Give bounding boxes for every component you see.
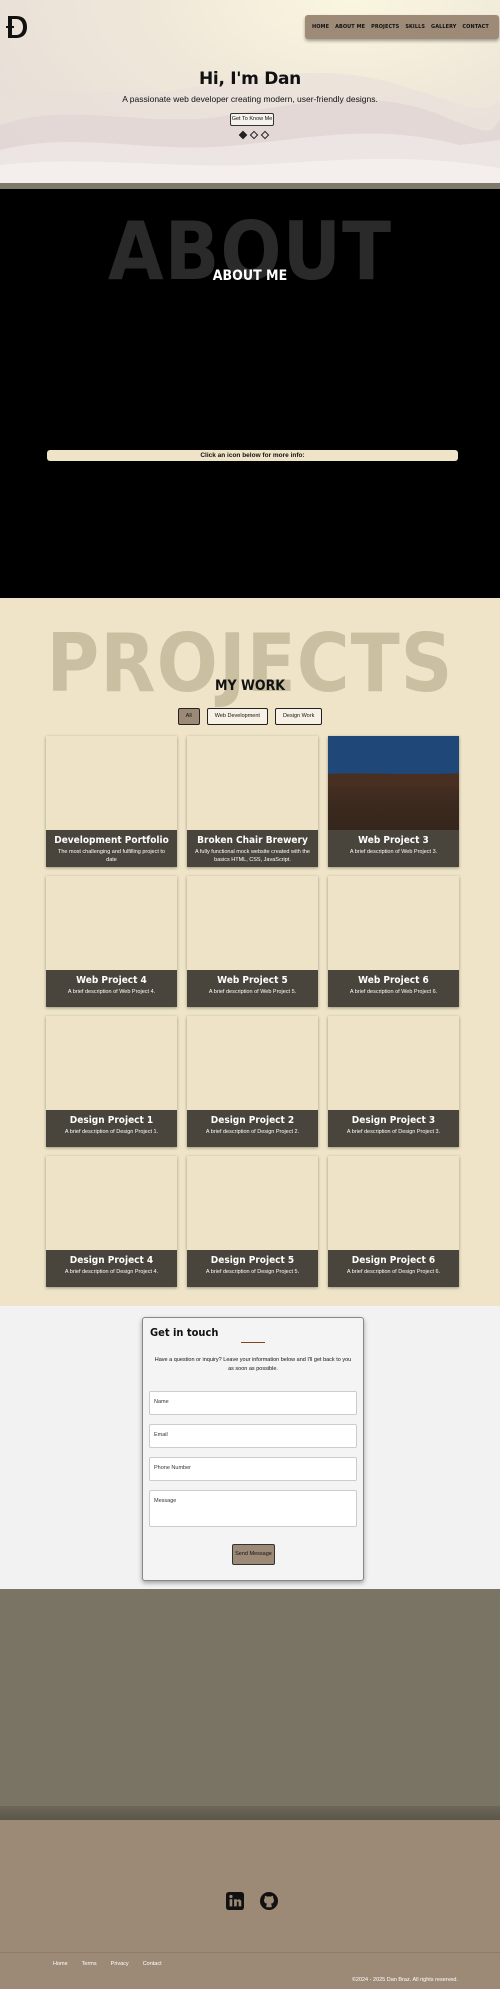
section-divider <box>0 183 500 189</box>
nav-contact[interactable]: CONTACT <box>462 24 488 30</box>
get-to-know-me-button[interactable]: Get To Know Me <box>230 113 274 126</box>
footer-social-links <box>226 1892 278 1910</box>
card-caption: Broken Chair Brewery A fully functional m… <box>187 830 318 867</box>
card-caption: Web Project 3 A brief description of Web … <box>328 830 459 867</box>
card-description: A brief description of Design Project 1. <box>64 1129 159 1135</box>
hero-title: Hi, I'm Dan <box>199 69 301 89</box>
hero-section: HOME ABOUT ME PROJECTS SKILLS GALLERY CO… <box>0 0 500 183</box>
project-card[interactable]: Design Project 6 A brief description of D… <box>328 1156 459 1287</box>
card-title: Web Project 5 <box>217 975 288 986</box>
send-message-button[interactable]: Send Message <box>232 1544 275 1565</box>
project-card[interactable]: Design Project 4 A brief description of D… <box>46 1156 177 1287</box>
footer-link-terms[interactable]: Terms <box>82 1961 97 1967</box>
card-caption: Web Project 5 A brief description of Web … <box>187 970 318 1007</box>
project-card[interactable]: Web Project 4 A brief description of Web … <box>46 876 177 1007</box>
about-info-bar: Click an icon below for more info: <box>47 450 458 461</box>
card-title: Broken Chair Brewery <box>197 835 308 846</box>
gallery-section <box>0 1589 500 1820</box>
carousel-dot-3[interactable] <box>260 130 270 140</box>
card-description: A fully functional mock website created … <box>195 849 310 863</box>
card-description: A brief description of Design Project 6. <box>346 1269 441 1275</box>
projects-heading: MY WORK <box>214 678 286 694</box>
about-heading: ABOUT ME <box>212 268 288 284</box>
card-caption: Design Project 3 A brief description of D… <box>328 1110 459 1147</box>
project-card[interactable]: Development Portfolio The most challengin… <box>46 736 177 867</box>
card-caption: Web Project 6 A brief description of Web … <box>328 970 459 1007</box>
card-title: Design Project 2 <box>210 1115 295 1126</box>
card-title: Design Project 3 <box>351 1115 436 1126</box>
card-description: A brief description of Design Project 5. <box>205 1269 300 1275</box>
card-title: Design Project 5 <box>210 1255 295 1266</box>
main-nav: HOME ABOUT ME PROJECTS SKILLS GALLERY CO… <box>305 15 499 39</box>
card-description: A brief description of Web Project 4. <box>67 989 156 995</box>
card-description: A brief description of Design Project 2. <box>205 1129 300 1135</box>
card-title: Design Project 6 <box>351 1255 436 1266</box>
gallery-shadow <box>0 1806 500 1820</box>
card-caption: Design Project 4 A brief description of D… <box>46 1250 177 1287</box>
project-card[interactable]: Design Project 1 A brief description of D… <box>46 1016 177 1147</box>
card-caption: Design Project 5 A brief description of D… <box>187 1250 318 1287</box>
phone-field[interactable]: Phone Number <box>149 1457 357 1481</box>
project-card[interactable]: Broken Chair Brewery A fully functional m… <box>187 736 318 867</box>
project-card[interactable]: Web Project 6 A brief description of Web … <box>328 876 459 1007</box>
card-description: A brief description of Web Project 5. <box>208 989 297 995</box>
card-description: A brief description of Web Project 3. <box>349 849 438 855</box>
card-description: A brief description of Web Project 6. <box>349 989 438 995</box>
nav-home[interactable]: HOME <box>312 24 329 30</box>
email-field[interactable]: Email <box>149 1424 357 1448</box>
footer-link-contact[interactable]: Contact <box>143 1961 162 1967</box>
carousel-indicators <box>238 130 270 140</box>
contact-form: Get in touch Have a question or inquiry?… <box>142 1317 364 1581</box>
nav-about-me[interactable]: ABOUT ME <box>335 24 365 30</box>
card-title: Web Project 4 <box>76 975 147 986</box>
carousel-dot-2[interactable] <box>249 130 259 140</box>
project-card[interactable]: Design Project 5 A brief description of D… <box>187 1156 318 1287</box>
card-description: A brief description of Design Project 3. <box>346 1129 441 1135</box>
linkedin-icon[interactable] <box>226 1892 244 1910</box>
about-section: ABOUT ABOUT ME Click an icon below for m… <box>0 183 500 598</box>
nav-gallery[interactable]: GALLERY <box>431 24 456 30</box>
card-description: A brief description of Design Project 4. <box>64 1269 159 1275</box>
filter-design-work-button[interactable]: Design Work <box>274 708 323 725</box>
name-field[interactable]: Name <box>149 1391 357 1415</box>
logo-icon[interactable] <box>6 14 28 40</box>
card-title: Web Project 3 <box>358 835 429 846</box>
contact-section: Get in touch Have a question or inquiry?… <box>0 1306 500 1589</box>
card-title: Design Project 4 <box>69 1255 154 1266</box>
footer-divider <box>0 1952 500 1953</box>
github-icon[interactable] <box>260 1892 278 1910</box>
card-caption: Design Project 2 A brief description of D… <box>187 1110 318 1147</box>
hero-tagline: A passionate web developer creating mode… <box>122 94 378 104</box>
card-title: Design Project 1 <box>69 1115 154 1126</box>
nav-skills[interactable]: SKILLS <box>405 24 425 30</box>
card-caption: Design Project 6 A brief description of D… <box>328 1250 459 1287</box>
card-caption: Development Portfolio The most challengin… <box>46 830 177 867</box>
card-description: The most challenging and fulfilling proj… <box>57 849 165 863</box>
project-card[interactable]: Web Project 3 A brief description of Web … <box>328 736 459 867</box>
heading-underline <box>241 1342 265 1343</box>
project-card[interactable]: Design Project 2 A brief description of D… <box>187 1016 318 1147</box>
card-caption: Design Project 1 A brief description of D… <box>46 1110 177 1147</box>
filter-web-development-button[interactable]: Web Development <box>206 708 268 725</box>
footer-link-home[interactable]: Home <box>53 1961 68 1967</box>
projects-section: PROJECTS MY WORK All Web Development Des… <box>0 598 500 1306</box>
card-title: Development Portfolio <box>54 835 169 846</box>
footer-links: Home Terms Privacy Contact <box>53 1961 162 1967</box>
filter-all-button[interactable]: All <box>177 708 200 725</box>
project-card[interactable]: Web Project 5 A brief description of Web … <box>187 876 318 1007</box>
footer-link-privacy[interactable]: Privacy <box>111 1961 129 1967</box>
card-title: Web Project 6 <box>358 975 429 986</box>
nav-projects[interactable]: PROJECTS <box>371 24 399 30</box>
project-card[interactable]: Design Project 3 A brief description of D… <box>328 1016 459 1147</box>
contact-heading: Get in touch <box>150 1326 219 1339</box>
message-field[interactable]: Message <box>149 1490 357 1527</box>
copyright: ©2024 - 2025 Dan Braz. All rights reserv… <box>351 1977 458 1983</box>
card-caption: Web Project 4 A brief description of Web … <box>46 970 177 1007</box>
footer: Home Terms Privacy Contact ©2024 - 2025 … <box>0 1820 500 1989</box>
project-filters: All Web Development Design Work <box>0 708 500 725</box>
carousel-dot-1[interactable] <box>238 130 248 140</box>
project-grid: Development Portfolio The most challengin… <box>46 736 459 1287</box>
contact-intro: Have a question or inquiry? Leave your i… <box>154 1357 352 1372</box>
